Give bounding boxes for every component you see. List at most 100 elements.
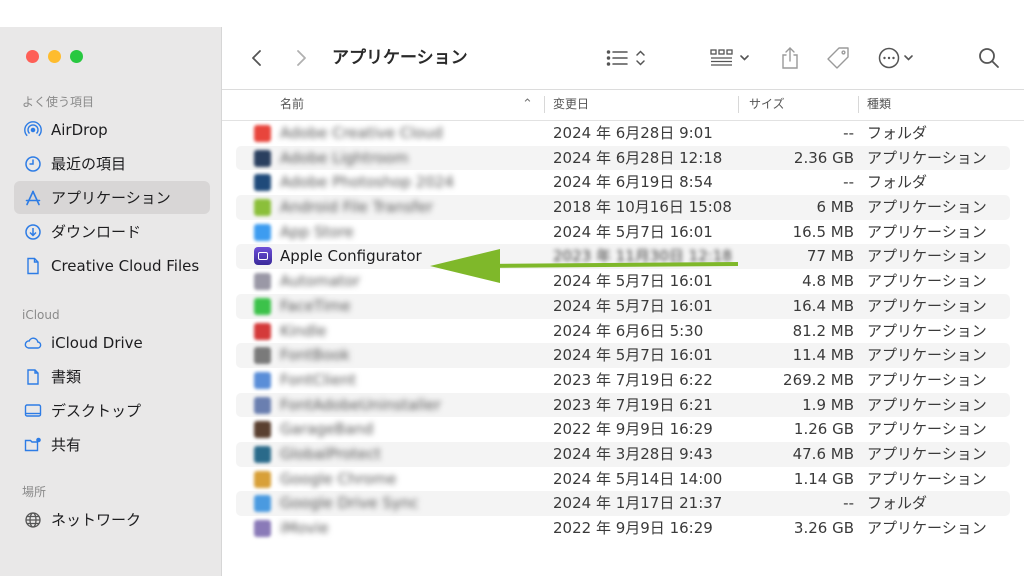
table-row[interactable]: FontAdobeUninstaller 2023 年 7月19日 6:21 1.9…	[222, 392, 1024, 418]
table-row[interactable]: FontBook 2024 年 5月7日 16:01 11.4 MB アプリケーション	[222, 343, 1024, 368]
table-row[interactable]: Kindle 2024 年 6月6日 5:30 81.2 MB アプリケーション	[222, 319, 1024, 344]
search-button[interactable]	[978, 27, 1000, 89]
desktop-icon	[24, 402, 42, 420]
file-name: Automator	[280, 272, 360, 291]
file-size: --	[843, 494, 854, 513]
share-button[interactable]	[780, 27, 800, 89]
sidebar-item-desktop[interactable]: デスクトップ	[14, 394, 210, 427]
file-name: iMovie	[280, 519, 329, 537]
toolbar: アプリケーション	[222, 27, 1024, 90]
file-date: 2024 年 6月28日 9:01	[553, 124, 713, 142]
file-size: 2.36 GB	[793, 148, 854, 167]
file-date: 2024 年 5月7日 16:01	[553, 272, 713, 291]
favorites-header: よく使う項目	[22, 95, 95, 109]
sidebar-item-label: デスクトップ	[51, 402, 142, 420]
finder-window: よく使う項目 AirDrop 最近の項目 アプリケーション ダウンロード Cre…	[0, 27, 1024, 576]
table-row[interactable]: Adobe Lightroom 2024 年 6月28日 12:18 2.36 GB…	[222, 145, 1024, 171]
file-date: 2023 年 7月19日 6:22	[553, 370, 713, 389]
file-size: 77 MB	[806, 247, 854, 266]
minimize-button[interactable]	[48, 50, 61, 63]
file-size: 1.26 GB	[793, 420, 854, 439]
list-view-button[interactable]	[606, 27, 650, 89]
file-kind: アプリケーション	[867, 222, 987, 241]
file-size: 269.2 MB	[783, 370, 854, 389]
table-row[interactable]: Automator 2024 年 5月7日 16:01 4.8 MB アプリケーション	[222, 269, 1024, 294]
column-date[interactable]: 変更日	[553, 89, 589, 120]
network-icon	[24, 511, 42, 529]
table-row[interactable]: FaceTime 2024 年 5月7日 16:01 16.4 MB アプリケーション	[222, 293, 1024, 319]
table-row[interactable]: Google Chrome 2024 年 5月14日 14:00 1.14 GB アプ…	[222, 467, 1024, 492]
sidebar-item-network[interactable]: ネットワーク	[14, 503, 210, 536]
file-kind: アプリケーション	[867, 148, 987, 167]
back-button[interactable]	[250, 27, 264, 89]
table-row[interactable]: FontClient 2023 年 7月19日 6:22 269.2 MB アプリケー…	[222, 368, 1024, 393]
sidebar-item-icloud-drive[interactable]: iCloud Drive	[14, 326, 210, 359]
file-name: App Store	[280, 222, 354, 241]
app-icon	[254, 445, 271, 463]
cloud-icon	[24, 334, 42, 352]
column-size[interactable]: サイズ	[749, 89, 785, 120]
column-divider[interactable]	[738, 96, 739, 113]
zoom-button[interactable]	[70, 50, 83, 63]
favorites-section: よく使う項目 AirDrop 最近の項目 アプリケーション ダウンロード Cre…	[0, 92, 222, 283]
app-icon	[254, 273, 271, 291]
table-row[interactable]: iMovie 2022 年 9月9日 16:29 3.26 GB アプリケーション	[222, 516, 1024, 541]
forward-button[interactable]	[294, 27, 308, 89]
close-button[interactable]	[26, 50, 39, 63]
file-date: 2022 年 9月9日 16:29	[553, 519, 713, 537]
action-menu-button[interactable]	[878, 27, 922, 89]
app-icon	[254, 199, 271, 217]
window-title: アプリケーション	[332, 48, 468, 68]
more-icon	[878, 47, 913, 69]
chevron-left-icon	[252, 50, 261, 66]
sidebar: よく使う項目 AirDrop 最近の項目 アプリケーション ダウンロード Cre…	[0, 27, 222, 576]
sidebar-item-label: 共有	[51, 436, 82, 454]
app-icon	[254, 149, 271, 167]
sort-chevron-up-icon[interactable]: ⌃	[522, 89, 533, 120]
file-size: 81.2 MB	[792, 321, 854, 340]
file-kind: アプリケーション	[867, 198, 987, 217]
table-row[interactable]: Android File Transfer 2018 年 10月16日 15:08…	[222, 195, 1024, 220]
grid-icon	[710, 49, 749, 66]
file-size: 16.5 MB	[792, 222, 854, 241]
table-row[interactable]: Adobe Creative Cloud 2024 年 6月28日 9:01 -- フ…	[222, 121, 1024, 146]
column-name[interactable]: 名前	[280, 89, 304, 120]
app-icon	[254, 174, 271, 192]
sidebar-item-documents[interactable]: 書類	[14, 360, 210, 393]
column-header: 名前 ⌃ 変更日 サイズ 種類	[222, 89, 1024, 121]
file-size: 47.6 MB	[792, 444, 854, 463]
sidebar-item-airdrop[interactable]: AirDrop	[14, 113, 210, 146]
sidebar-item-label: ネットワーク	[51, 511, 142, 529]
file-name: Adobe Photoshop 2024	[280, 173, 454, 192]
app-icon	[254, 371, 271, 389]
column-divider[interactable]	[544, 96, 545, 113]
file-size: --	[843, 124, 854, 142]
sidebar-item-recents[interactable]: 最近の項目	[14, 147, 210, 180]
tag-button[interactable]	[825, 27, 851, 89]
sidebar-item-applications[interactable]: アプリケーション	[14, 181, 210, 214]
sidebar-item-shared[interactable]: 共有	[14, 428, 210, 461]
file-date: 2024 年 5月7日 16:01	[553, 346, 713, 365]
sidebar-item-creative-cloud-files[interactable]: Creative Cloud Files	[14, 249, 210, 282]
file-kind: アプリケーション	[867, 247, 987, 266]
file-size: 16.4 MB	[792, 296, 854, 315]
sidebar-item-downloads[interactable]: ダウンロード	[14, 215, 210, 248]
file-kind: アプリケーション	[867, 420, 987, 439]
table-row[interactable]: GlobalProtect 2024 年 3月28日 9:43 47.6 MB アプリ…	[222, 441, 1024, 467]
group-button[interactable]	[710, 27, 756, 89]
table-row[interactable]: Google Drive Sync 2024 年 1月17日 21:37 -- フォル…	[222, 491, 1024, 516]
download-icon	[24, 223, 42, 241]
locations-section: 場所 ネットワーク	[0, 482, 222, 537]
table-row[interactable]: App Store 2024 年 5月7日 16:01 16.5 MB アプリケーショ…	[222, 220, 1024, 245]
table-row[interactable]: Adobe Photoshop 2024 2024 年 6月19日 8:54 -- フ…	[222, 170, 1024, 195]
column-kind[interactable]: 種類	[867, 89, 891, 120]
app-icon	[254, 470, 271, 488]
file-kind: アプリケーション	[867, 272, 987, 291]
table-row[interactable]: Apple Configurator 2023 年 11月30日 12:18 77 …	[222, 244, 1024, 269]
app-icon	[254, 322, 271, 340]
file-kind: アプリケーション	[867, 296, 987, 315]
table-row[interactable]: GarageBand 2022 年 9月9日 16:29 1.26 GB アプリケーシ…	[222, 417, 1024, 442]
column-divider[interactable]	[858, 96, 859, 113]
file-date: 2024 年 5月7日 16:01	[553, 296, 713, 315]
file-kind: フォルダ	[867, 173, 928, 192]
